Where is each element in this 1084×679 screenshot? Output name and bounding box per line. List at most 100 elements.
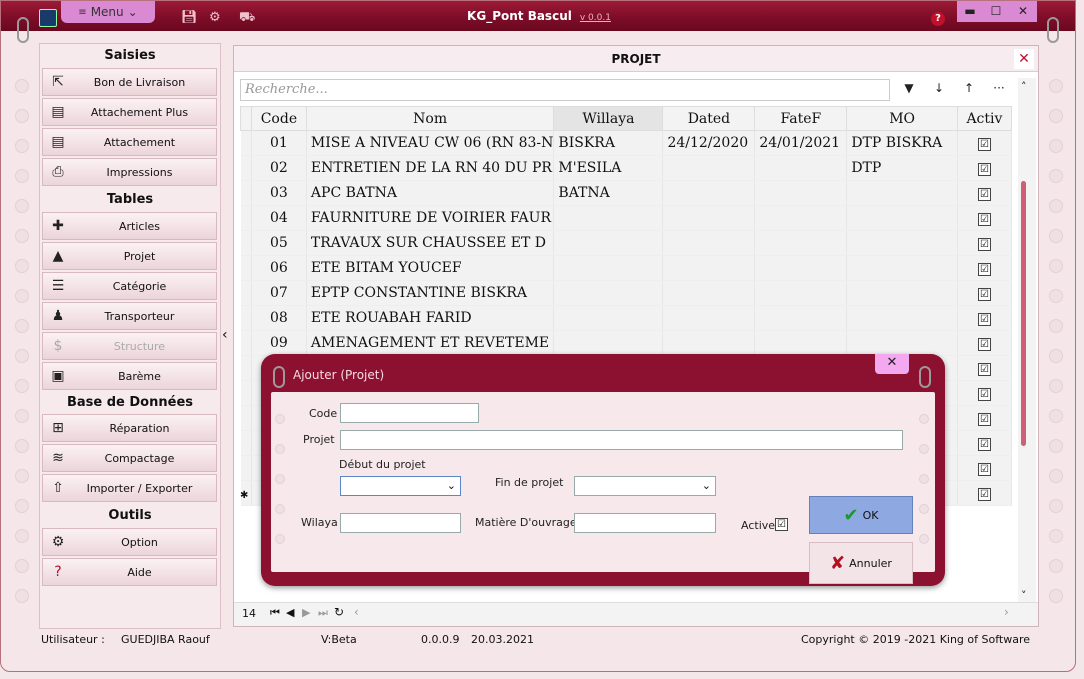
cell-code[interactable]: 05 bbox=[251, 230, 307, 256]
cell-willaya[interactable] bbox=[553, 205, 664, 231]
sidebar-item-attachement-plus[interactable]: ▤ Attachement Plus bbox=[42, 98, 217, 126]
row-indicator[interactable] bbox=[240, 255, 252, 281]
cell-activ[interactable]: ☑ bbox=[957, 355, 1013, 381]
cell-code[interactable]: 08 bbox=[251, 305, 307, 331]
cell-activ[interactable]: ☑ bbox=[957, 405, 1013, 431]
sidebar-item-attachement[interactable]: ▤ Attachement bbox=[42, 128, 217, 156]
scroll-left-icon[interactable]: ‹ bbox=[354, 605, 359, 619]
table-row[interactable]: 09 AMENAGEMENT ET REVETEME ☑ bbox=[240, 330, 1013, 356]
cell-dated[interactable] bbox=[662, 305, 756, 331]
cell-nom[interactable]: AMENAGEMENT ET REVETEME bbox=[306, 330, 555, 356]
table-row[interactable]: 08 ETE ROUABAH FARID ☑ bbox=[240, 305, 1013, 331]
row-indicator[interactable] bbox=[240, 330, 252, 356]
cell-mo[interactable] bbox=[846, 255, 958, 281]
scroll-thumb[interactable] bbox=[1021, 181, 1026, 446]
sidebar-item-compactage[interactable]: ≋ Compactage bbox=[42, 444, 217, 472]
cell-activ[interactable]: ☑ bbox=[957, 230, 1013, 256]
search-input[interactable]: Recherche... bbox=[240, 79, 890, 101]
sort-down-icon[interactable]: ↓ bbox=[928, 81, 950, 99]
cell-nom[interactable]: TRAVAUX SUR CHAUSSEE ET D bbox=[306, 230, 555, 256]
cell-fatef[interactable] bbox=[754, 230, 848, 256]
sidebar-item-importer-exporter[interactable]: ⇧ Importer / Exporter bbox=[42, 474, 217, 502]
row-indicator[interactable] bbox=[240, 130, 252, 156]
code-input[interactable] bbox=[340, 403, 479, 423]
col-header-mo[interactable]: MO bbox=[846, 106, 958, 131]
row-indicator[interactable] bbox=[240, 180, 252, 206]
panel-close-button[interactable]: ✕ bbox=[1014, 49, 1034, 69]
activ-checkbox[interactable]: ☑ bbox=[977, 463, 991, 476]
activ-checkbox[interactable]: ☑ bbox=[977, 413, 991, 426]
last-record-icon[interactable]: ⏭ bbox=[318, 606, 328, 620]
activ-checkbox[interactable]: ☑ bbox=[977, 288, 991, 301]
cell-dated[interactable]: 24/12/2020 bbox=[662, 130, 756, 156]
cell-fatef[interactable] bbox=[754, 155, 848, 181]
version-link[interactable]: v 0.0.1 bbox=[580, 13, 611, 23]
first-record-icon[interactable]: ⏮ bbox=[270, 606, 280, 620]
cell-fatef[interactable] bbox=[754, 330, 848, 356]
cell-nom[interactable]: FAURNITURE DE VOIRIER FAUR bbox=[306, 205, 555, 231]
cell-nom[interactable]: EPTP CONSTANTINE BISKRA bbox=[306, 280, 555, 306]
cell-mo[interactable] bbox=[846, 180, 958, 206]
activ-checkbox[interactable]: ☑ bbox=[977, 138, 991, 151]
activ-checkbox[interactable]: ☑ bbox=[977, 363, 991, 376]
activ-checkbox[interactable]: ☑ bbox=[977, 213, 991, 226]
col-header-nom[interactable]: Nom bbox=[305, 106, 555, 131]
sidebar-item-categorie[interactable]: ☰ Catégorie bbox=[42, 272, 217, 300]
table-row[interactable]: 01 MISE A NIVEAU CW 06 (RN 83-N BISKRA 24/1… bbox=[240, 130, 1013, 156]
sidebar-item-bon-de-livraison[interactable]: ⇱ Bon de Livraison bbox=[42, 68, 217, 96]
scroll-down-icon[interactable]: ˅ bbox=[1021, 589, 1027, 602]
sidebar-item-reparation[interactable]: ⊞ Réparation bbox=[42, 414, 217, 442]
cell-code[interactable]: 03 bbox=[251, 180, 307, 206]
row-indicator[interactable] bbox=[240, 230, 252, 256]
table-row[interactable]: 06 ETE BITAM YOUCEF ☑ bbox=[240, 255, 1013, 281]
col-header-willaya[interactable]: Willaya bbox=[553, 106, 664, 131]
cell-dated[interactable] bbox=[662, 180, 756, 206]
cell-activ[interactable]: ☑ bbox=[957, 255, 1013, 281]
cell-fatef[interactable] bbox=[754, 305, 848, 331]
cell-willaya[interactable] bbox=[553, 230, 664, 256]
sidebar-item-projet[interactable]: ▲ Projet bbox=[42, 242, 217, 270]
cell-willaya[interactable]: BISKRA bbox=[553, 130, 664, 156]
help-icon[interactable]: ? bbox=[931, 12, 945, 26]
close-button[interactable]: ✕ bbox=[1009, 1, 1037, 22]
table-row[interactable]: 05 TRAVAUX SUR CHAUSSEE ET D ☑ bbox=[240, 230, 1013, 256]
menu-button[interactable]: ≡ Menu ⌄ bbox=[61, 1, 155, 23]
cell-fatef[interactable] bbox=[754, 280, 848, 306]
cell-fatef[interactable] bbox=[754, 205, 848, 231]
wilaya-input[interactable] bbox=[340, 513, 461, 533]
cell-dated[interactable] bbox=[662, 330, 756, 356]
cell-nom[interactable]: MISE A NIVEAU CW 06 (RN 83-N bbox=[306, 130, 555, 156]
cell-activ[interactable]: ☑ bbox=[957, 330, 1013, 356]
cell-mo[interactable] bbox=[846, 205, 958, 231]
cell-willaya[interactable] bbox=[553, 255, 664, 281]
cell-activ[interactable]: ☑ bbox=[957, 305, 1013, 331]
refresh-icon[interactable]: ↻ bbox=[334, 605, 344, 619]
cell-mo[interactable]: DTP bbox=[846, 155, 958, 181]
cell-code[interactable]: 07 bbox=[251, 280, 307, 306]
sidebar-item-bareme[interactable]: ▣ Barème bbox=[42, 362, 217, 390]
maximize-button[interactable]: ☐ bbox=[983, 1, 1009, 22]
cell-activ[interactable]: ☑ bbox=[957, 455, 1013, 481]
prev-record-icon[interactable]: ◀ bbox=[286, 606, 294, 619]
activ-checkbox[interactable]: ☑ bbox=[977, 238, 991, 251]
activ-checkbox[interactable]: ☑ bbox=[977, 388, 991, 401]
cell-willaya[interactable] bbox=[553, 330, 664, 356]
sidebar-item-impressions[interactable]: ⎙ Impressions bbox=[42, 158, 217, 186]
cell-fatef[interactable] bbox=[754, 255, 848, 281]
cell-mo[interactable] bbox=[846, 330, 958, 356]
cell-nom[interactable]: ETE BITAM YOUCEF bbox=[306, 255, 555, 281]
activ-checkbox[interactable]: ☑ bbox=[977, 263, 991, 276]
cell-dated[interactable] bbox=[662, 255, 756, 281]
cell-willaya[interactable] bbox=[553, 305, 664, 331]
filter-icon[interactable]: ▼ bbox=[898, 81, 920, 99]
cell-activ[interactable]: ☑ bbox=[957, 205, 1013, 231]
sidebar-item-structure[interactable]: $ Structure bbox=[42, 332, 217, 360]
activ-checkbox[interactable]: ☑ bbox=[977, 313, 991, 326]
cell-nom[interactable]: ENTRETIEN DE LA RN 40 DU PR bbox=[306, 155, 555, 181]
cell-activ[interactable]: ☑ bbox=[957, 380, 1013, 406]
cell-activ[interactable]: ☑ bbox=[957, 480, 1013, 506]
active-checkbox[interactable]: ☑ bbox=[775, 518, 788, 531]
col-header-activ[interactable]: Activ bbox=[956, 106, 1013, 131]
minimize-button[interactable]: ▬ bbox=[957, 1, 983, 22]
cell-activ[interactable]: ☑ bbox=[957, 280, 1013, 306]
